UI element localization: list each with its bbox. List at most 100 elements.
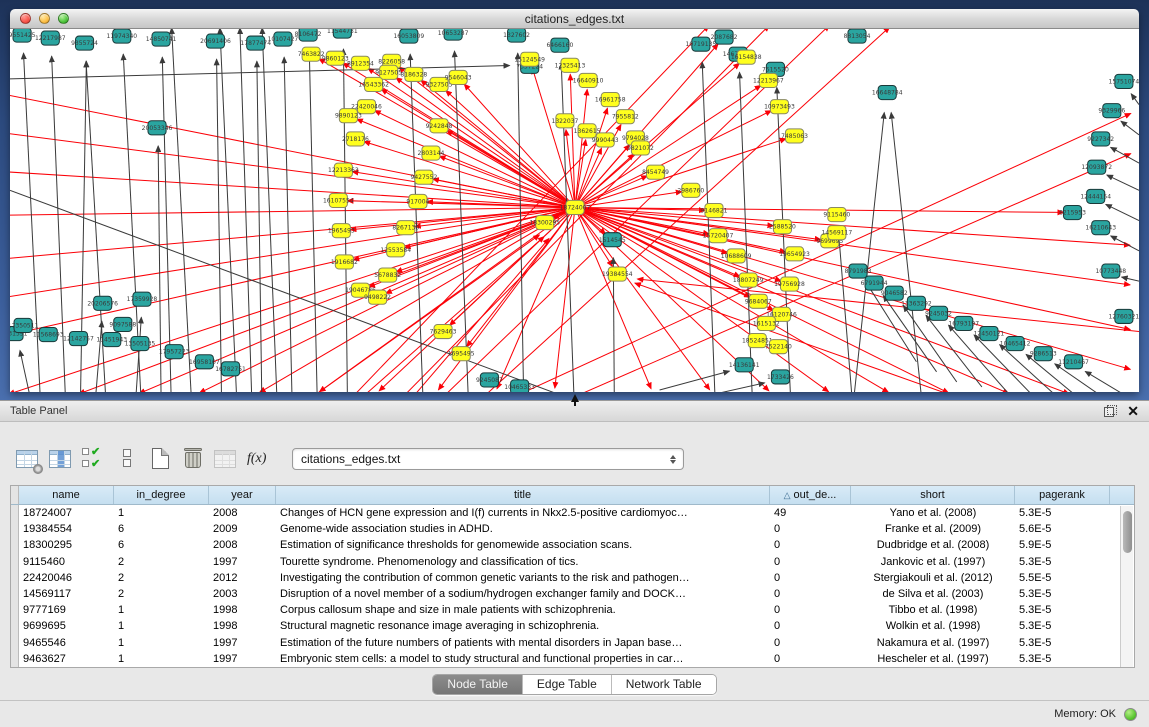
graph-node[interactable]: 5678832 <box>374 268 401 282</box>
table-vertical-scrollbar[interactable] <box>1120 506 1133 667</box>
table-cell[interactable]: 0 <box>770 635 851 651</box>
graph-node[interactable]: 19756928 <box>774 277 805 291</box>
graph-edge[interactable] <box>575 207 1130 245</box>
table-cell[interactable]: 18724007 <box>19 505 114 521</box>
new-table-button[interactable] <box>148 447 172 471</box>
graph-edge[interactable] <box>839 233 852 392</box>
graph-node[interactable]: 10465333 <box>504 380 535 392</box>
table-cell[interactable]: 5.3E-5 <box>1015 586 1110 602</box>
table-row[interactable]: 1830029562008Estimation of significance … <box>11 537 1134 553</box>
tab-network-table[interactable]: Network Table <box>612 675 716 694</box>
graph-edge[interactable] <box>1131 94 1139 105</box>
table-cell[interactable]: 2008 <box>209 505 276 521</box>
graph-node[interactable]: 9286513 <box>1030 347 1057 361</box>
table-row[interactable]: 969969511998Structural magnetic resonanc… <box>11 618 1134 634</box>
graph-node[interactable]: 9115460 <box>823 207 850 221</box>
table-cell[interactable]: 0 <box>770 618 851 634</box>
graph-node[interactable]: 7485063 <box>781 129 808 143</box>
graph-node[interactable]: 11210467 <box>1058 355 1089 369</box>
graph-node[interactable]: 7463822 <box>298 47 325 61</box>
table-cell[interactable]: Estimation of the future numbers of pati… <box>276 635 770 651</box>
graph-node[interactable]: 10653287 <box>438 29 469 40</box>
table-cell[interactable]: 1998 <box>209 602 276 618</box>
table-cell[interactable]: 1 <box>114 635 209 651</box>
table-row[interactable]: 1938455462009Genome-wide association stu… <box>11 521 1134 537</box>
table-cell[interactable]: Changes of HCN gene expression and I(f) … <box>276 505 770 521</box>
graph-node[interactable]: 20691406 <box>200 34 231 48</box>
table-cell[interactable]: 1997 <box>209 635 276 651</box>
table-cell[interactable]: 5.9E-5 <box>1015 537 1110 553</box>
graph-node[interactable]: 9498222 <box>364 290 391 304</box>
graph-edge[interactable] <box>575 176 647 208</box>
graph-node[interactable]: 2718176 <box>342 132 369 146</box>
graph-node[interactable]: 8454749 <box>642 165 669 179</box>
tab-edge-table[interactable]: Edge Table <box>523 675 612 694</box>
table-cell[interactable]: 2 <box>114 570 209 586</box>
graph-node[interactable]: 13505135 <box>125 337 156 351</box>
graph-edge[interactable] <box>240 29 252 392</box>
table-cell[interactable]: 1 <box>114 602 209 618</box>
graph-node[interactable]: 16053809 <box>393 29 424 43</box>
table-cell[interactable]: Wolkin et al. (1998) <box>851 618 1015 634</box>
graph-edge[interactable] <box>555 207 575 388</box>
table-cell[interactable]: 0 <box>770 651 851 667</box>
network-canvas[interactable]: 9551425122179879355724119743401485074120… <box>10 29 1139 392</box>
graph-node[interactable]: 11974340 <box>106 29 137 43</box>
graph-edge[interactable] <box>660 371 730 390</box>
graph-edge[interactable] <box>343 49 347 392</box>
graph-edge[interactable] <box>1111 236 1139 251</box>
table-cell[interactable]: 9465546 <box>19 635 114 651</box>
graph-node[interactable]: 1695495 <box>448 347 475 361</box>
graph-node[interactable]: 7629463 <box>430 324 457 338</box>
table-cell[interactable]: Stergiakouli et al. (2012) <box>851 570 1015 586</box>
table-cell[interactable]: 22420046 <box>19 570 114 586</box>
graph-node[interactable]: 12142757 <box>63 332 94 346</box>
table-cell[interactable]: Investigating the contribution of common… <box>276 570 770 586</box>
network-window[interactable]: citations_edges.txt 95514251221798793557… <box>10 9 1139 392</box>
graph-node[interactable]: 16782751 <box>215 362 246 376</box>
table-cell[interactable]: 9115460 <box>19 554 114 570</box>
graph-node[interactable]: 8813054 <box>844 29 871 43</box>
graph-node[interactable]: 9427552 <box>411 170 438 184</box>
graph-node[interactable]: 8106472 <box>295 29 322 41</box>
graph-node[interactable]: 12093872 <box>1081 160 1112 174</box>
table-cell[interactable]: Nakamura et al. (1997) <box>851 635 1015 651</box>
table-cell[interactable]: Estimation of significance thresholds fo… <box>276 537 770 553</box>
table-cell[interactable]: 9463627 <box>19 651 114 667</box>
table-cell[interactable]: 5.6E-5 <box>1015 521 1110 537</box>
graph-node[interactable]: 2803144 <box>418 146 445 160</box>
graph-node[interactable]: 9860123 <box>322 51 349 65</box>
graph-edge[interactable] <box>96 321 102 392</box>
graph-node[interactable]: 9329966 <box>1098 104 1125 118</box>
table-cell[interactable]: Genome-wide association studies in ADHD. <box>276 521 770 537</box>
float-panel-icon[interactable] <box>1104 405 1117 417</box>
graph-node[interactable]: 10773448 <box>1095 264 1126 278</box>
table-row[interactable]: 2242004622012Investigating the contribut… <box>11 570 1134 586</box>
graph-edge[interactable] <box>575 207 710 389</box>
graph-edge[interactable] <box>575 207 1063 212</box>
graph-node[interactable]: 2986760 <box>677 183 704 197</box>
graph-node[interactable]: 17359928 <box>127 292 158 306</box>
table-row[interactable]: 1456911722003Disruption of a novel membe… <box>11 586 1134 602</box>
graph-node[interactable]: 7955812 <box>612 110 639 124</box>
table-cell[interactable]: 0 <box>770 602 851 618</box>
graph-node[interactable]: 16640910 <box>573 73 604 87</box>
column-header-pagerank[interactable]: pagerank <box>1015 486 1110 504</box>
graph-node[interactable]: 1327602 <box>503 29 530 42</box>
table-cell[interactable]: 2 <box>114 586 209 602</box>
table-cell[interactable]: 0 <box>770 586 851 602</box>
table-row[interactable]: 946362711997Embryonic stem cells: a mode… <box>11 651 1134 667</box>
node-attribute-table[interactable]: namein_degreeyeartitle△out_de...shortpag… <box>10 485 1135 668</box>
table-cell[interactable]: 9777169 <box>19 602 114 618</box>
graph-node[interactable]: 9546043 <box>445 70 472 84</box>
network-window-titlebar[interactable]: citations_edges.txt <box>10 9 1139 29</box>
memory-ok-indicator[interactable] <box>1124 708 1137 721</box>
column-header-year[interactable]: year <box>209 486 276 504</box>
graph-node[interactable]: 11544731 <box>327 29 358 38</box>
table-cell[interactable]: 6 <box>114 537 209 553</box>
graph-node[interactable]: 16961758 <box>595 93 626 107</box>
table-cell[interactable]: 5.3E-5 <box>1015 635 1110 651</box>
table-cell[interactable]: Dudbridge et al. (2008) <box>851 537 1015 553</box>
table-cell[interactable]: 1 <box>114 651 209 667</box>
graph-node[interactable]: 12444154 <box>1080 189 1111 203</box>
